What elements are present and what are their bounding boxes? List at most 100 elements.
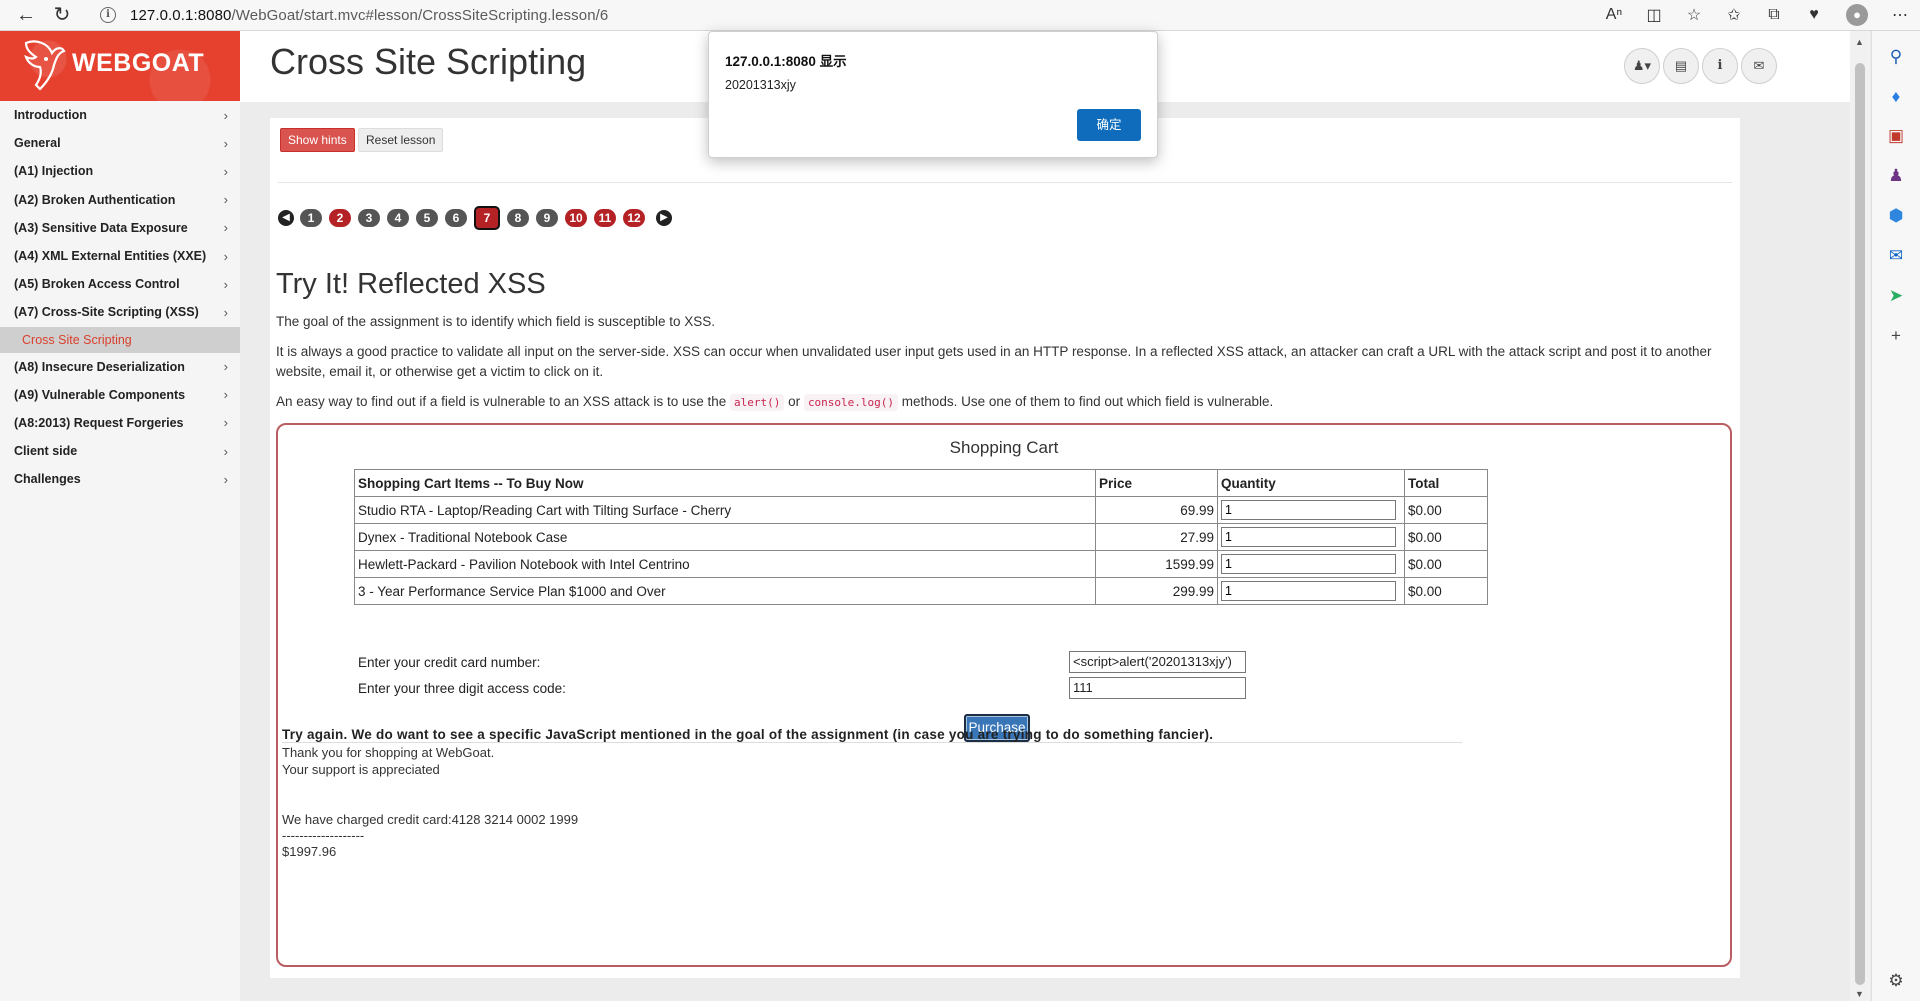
quantity-input[interactable]	[1221, 554, 1396, 574]
quantity-input[interactable]	[1221, 500, 1396, 520]
menu-item-xss[interactable]: (A7) Cross-Site Scripting (XSS) ›	[0, 298, 240, 326]
column-header-quantity: Quantity	[1217, 469, 1405, 497]
menu-item-request-forgeries[interactable]: (A8:2013) Request Forgeries ›	[0, 409, 240, 437]
split-screen-icon[interactable]: ◫	[1634, 5, 1674, 25]
page-link[interactable]: 11	[594, 209, 616, 227]
quantity-input[interactable]	[1221, 581, 1396, 601]
page-link[interactable]: 12	[623, 209, 645, 227]
page-link[interactable]: 9	[536, 209, 558, 227]
access-code-input[interactable]: 111	[1069, 677, 1246, 699]
address-bar[interactable]: 127.0.0.1:8080/WebGoat/start.mvc#lesson/…	[130, 7, 608, 24]
reload-icon[interactable]: ↻	[44, 0, 80, 30]
alert-ok-button[interactable]: 确定	[1077, 109, 1141, 141]
menu-item-label: Challenges	[14, 472, 81, 487]
add-icon[interactable]: +	[1884, 324, 1908, 348]
send-icon[interactable]: ➤	[1884, 284, 1908, 308]
favorites-icon[interactable]: ✩	[1714, 5, 1754, 25]
show-hints-button[interactable]: Show hints	[280, 128, 355, 152]
chevron-right-icon: ›	[223, 304, 228, 320]
collections-icon[interactable]: ⧉	[1754, 6, 1794, 24]
scroll-down-arrow-icon[interactable]: ▼	[1855, 989, 1864, 999]
cart-table: Shopping Cart Items -- To Buy Now Price …	[354, 469, 1488, 605]
site-info-icon[interactable]: i	[100, 7, 116, 23]
more-menu-icon[interactable]: ⋯	[1880, 5, 1920, 25]
output-thanks: Thank you for shopping at WebGoat.	[282, 745, 495, 760]
item-name: Dynex - Traditional Notebook Case	[354, 523, 1096, 551]
menu-item-sensitive-data-exposure[interactable]: (A3) Sensitive Data Exposure ›	[0, 214, 240, 242]
next-page-arrow-icon[interactable]: ▶	[656, 210, 672, 226]
alert-title: 127.0.0.1:8080 显示	[725, 54, 847, 69]
page-link[interactable]: 4	[387, 209, 409, 227]
brand-name: WEBGOAT	[72, 49, 205, 77]
add-favorite-icon[interactable]: ☆	[1674, 5, 1714, 25]
profile-avatar-icon[interactable]: ●	[1846, 4, 1868, 26]
office-icon[interactable]: ⬢	[1884, 204, 1908, 228]
page-link[interactable]: 6	[445, 209, 467, 227]
output-support: Your support is appreciated	[282, 762, 440, 777]
menu-item-challenges[interactable]: Challenges ›	[0, 465, 240, 493]
credit-card-input[interactable]: <script>alert('20201313xjy')	[1069, 651, 1246, 673]
menu-item-label: (A1) Injection	[14, 164, 94, 179]
back-arrow-icon[interactable]: ←	[8, 0, 44, 30]
menu-item-xxe[interactable]: (A4) XML External Entities (XXE) ›	[0, 242, 240, 270]
chevron-right-icon: ›	[223, 220, 228, 236]
menu-item-introduction[interactable]: Introduction ›	[0, 101, 240, 129]
chevron-right-icon: ›	[223, 163, 228, 179]
menu-item-broken-authentication[interactable]: (A2) Broken Authentication ›	[0, 186, 240, 214]
webgoat-brand[interactable]: WEBGOAT	[0, 31, 240, 101]
feedback-message: Try again. We do want to see a specific …	[282, 727, 1214, 742]
menu-item-insecure-deserialization[interactable]: (A8) Insecure Deserialization ›	[0, 353, 240, 381]
item-total: $0.00	[1404, 550, 1488, 578]
table-row: Dynex - Traditional Notebook Case 27.99 …	[354, 523, 1488, 551]
report-card-icon[interactable]: ▤	[1663, 48, 1699, 84]
page-scrollbar[interactable]: ▲ ▼	[1850, 31, 1870, 1001]
contact-mail-icon[interactable]: ✉	[1741, 48, 1777, 84]
menu-subitem-cross-site-scripting[interactable]: Cross Site Scripting	[0, 326, 240, 353]
code-console-log: console.log()	[803, 394, 899, 411]
scroll-up-arrow-icon[interactable]: ▲	[1855, 37, 1864, 47]
menu-item-label: Client side	[14, 444, 78, 459]
menu-item-client-side[interactable]: Client side ›	[0, 437, 240, 465]
settings-gear-icon[interactable]: ⚙	[1884, 969, 1908, 993]
tag-icon[interactable]: ♦	[1884, 85, 1908, 109]
menu-item-label: General	[14, 136, 61, 151]
read-aloud-icon[interactable]: Aⁿ	[1594, 6, 1634, 24]
page-link[interactable]: 2	[329, 209, 351, 227]
page-link[interactable]: 3	[358, 209, 380, 227]
reset-lesson-button[interactable]: Reset lesson	[358, 128, 444, 152]
page-link[interactable]: 8	[507, 209, 529, 227]
item-total: $0.00	[1404, 577, 1488, 605]
games-icon[interactable]: ♟	[1884, 164, 1908, 188]
item-total: $0.00	[1404, 523, 1488, 551]
menu-item-general[interactable]: General ›	[0, 129, 240, 157]
user-menu-icon[interactable]: ♟▾	[1624, 48, 1660, 84]
quantity-input[interactable]	[1221, 527, 1396, 547]
menu-item-label: (A8) Insecure Deserialization	[14, 359, 185, 374]
page-link[interactable]: 5	[416, 209, 438, 227]
scrollbar-thumb[interactable]	[1855, 63, 1865, 985]
goal-paragraph: The goal of the assignment is to identif…	[276, 314, 715, 329]
previous-page-arrow-icon[interactable]: ◀	[278, 210, 294, 226]
menu-item-label: (A5) Broken Access Control	[14, 277, 180, 292]
search-icon[interactable]: ⚲	[1884, 45, 1908, 69]
browser-sidebar: ⚲ ♦ ▣ ♟ ⬢ ✉ ➤ + ⚙	[1871, 31, 1920, 1001]
toolbox-icon[interactable]: ▣	[1884, 124, 1908, 148]
menu-item-label: (A4) XML External Entities (XXE)	[14, 249, 207, 264]
page-link[interactable]: 1	[300, 209, 322, 227]
url-path: /WebGoat/start.mvc#lesson/CrossSiteScrip…	[231, 6, 609, 24]
menu-item-broken-access-control[interactable]: (A5) Broken Access Control ›	[0, 270, 240, 298]
column-header-total: Total	[1404, 469, 1488, 497]
shopping-cart-form: Shopping Cart Shopping Cart Items -- To …	[276, 423, 1732, 967]
lesson-menu: Introduction › General › (A1) Injection › (…	[0, 101, 240, 1001]
chevron-right-icon: ›	[223, 135, 228, 151]
outlook-icon[interactable]: ✉	[1884, 244, 1908, 268]
hint-text-or: or	[788, 394, 801, 409]
menu-item-vulnerable-components[interactable]: (A9) Vulnerable Components ›	[0, 381, 240, 409]
browser-essentials-icon[interactable]: ♥	[1794, 6, 1834, 24]
menu-item-injection[interactable]: (A1) Injection ›	[0, 157, 240, 185]
output-charged: We have charged credit card:4128 3214 00…	[282, 812, 579, 827]
page-link-current[interactable]: 7	[474, 206, 500, 230]
about-info-icon[interactable]: i	[1702, 48, 1738, 84]
page-link[interactable]: 10	[565, 209, 587, 227]
divider	[282, 742, 1462, 743]
